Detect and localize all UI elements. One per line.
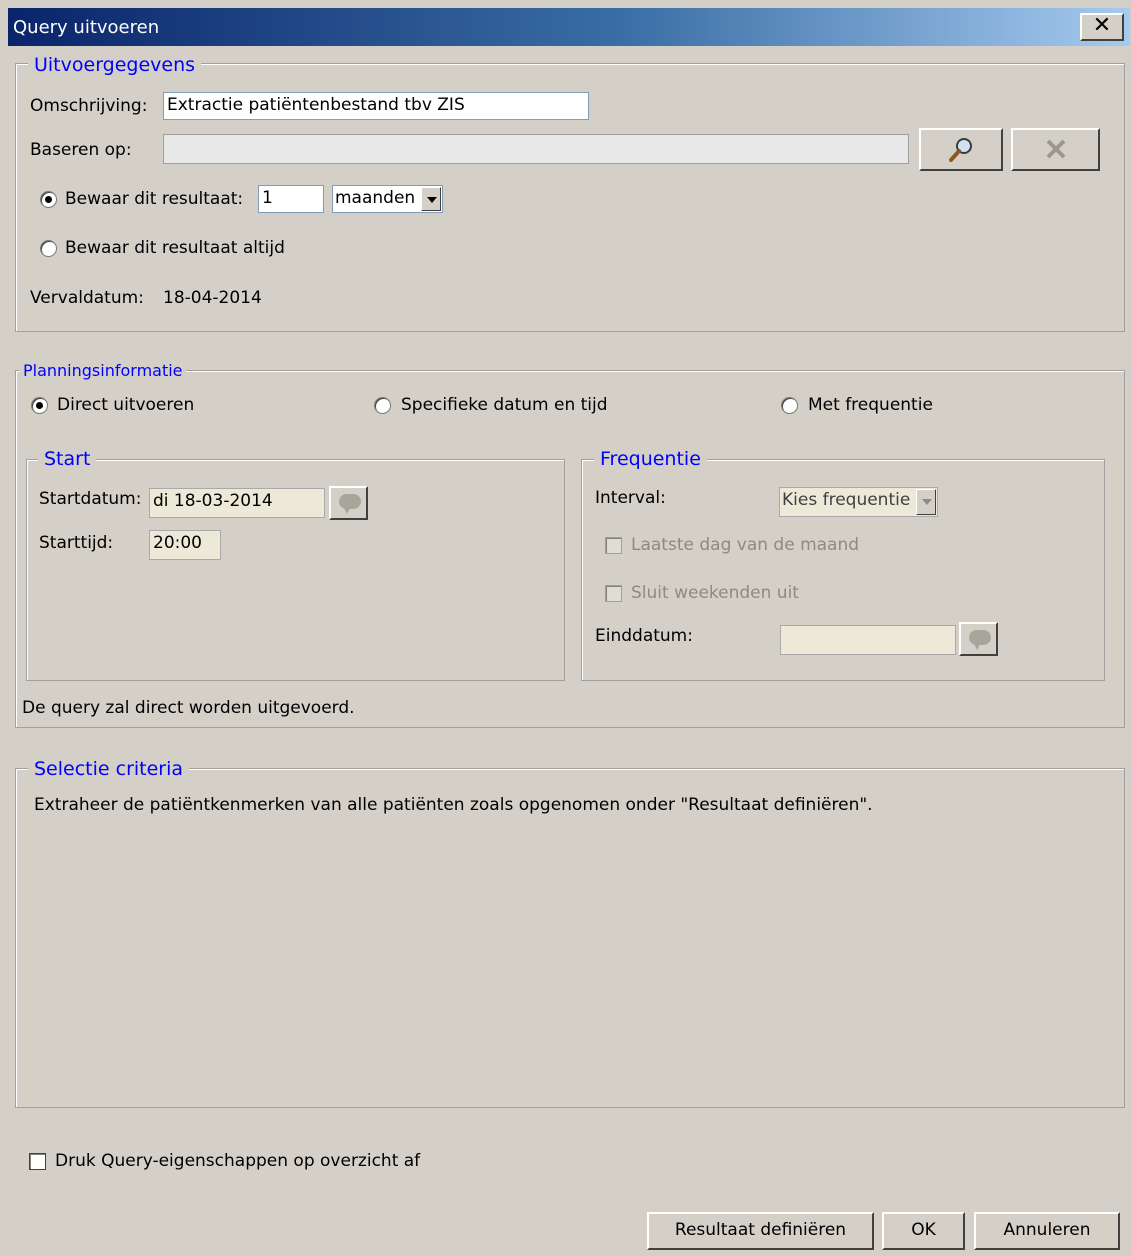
annuleren-button[interactable]: Annuleren	[974, 1212, 1120, 1250]
sluit-weekenden-label: Sluit weekenden uit	[631, 583, 799, 603]
interval-select: Kies frequentie	[779, 487, 938, 517]
baseren-input	[163, 134, 909, 164]
omschrijving-label: Omschrijving:	[30, 96, 148, 116]
frequentie-legend: Frequentie	[594, 448, 707, 470]
title-bar: Query uitvoeren ✕	[8, 8, 1130, 46]
selectie-text: Extraheer de patiëntkenmerken van alle p…	[34, 795, 873, 815]
interval-label: Interval:	[595, 488, 666, 508]
speech-bubble-icon	[969, 630, 991, 650]
direct-radio[interactable]	[31, 397, 48, 414]
clear-x-icon	[1046, 139, 1065, 159]
bewaar-value-input[interactable]: 1	[258, 185, 324, 213]
startdatum-input: di 18-03-2014	[149, 488, 325, 518]
startdatum-label: Startdatum:	[39, 489, 142, 509]
wis-button[interactable]	[1011, 128, 1100, 171]
starttijd-label: Starttijd:	[39, 533, 114, 553]
chevron-down-icon[interactable]	[421, 187, 441, 211]
startdatum-calendar-button	[329, 486, 368, 520]
zoek-button[interactable]	[919, 128, 1003, 171]
bewaar-altijd-label: Bewaar dit resultaat altijd	[65, 238, 285, 258]
ok-button[interactable]: OK	[882, 1212, 965, 1250]
selectie-group	[15, 768, 1125, 1108]
druk-label: Druk Query-eigenschappen op overzicht af	[55, 1151, 421, 1171]
uitvoergegevens-legend: Uitvoergegevens	[28, 54, 202, 76]
druk-checkbox[interactable]	[29, 1153, 46, 1170]
laatste-dag-label: Laatste dag van de maand	[631, 535, 860, 555]
direct-label: Direct uitvoeren	[57, 395, 195, 415]
planning-legend: Planningsinformatie	[20, 361, 186, 380]
resultaat-definieren-button[interactable]: Resultaat definiëren	[647, 1212, 874, 1250]
baseren-label: Baseren op:	[30, 140, 132, 160]
speech-bubble-icon	[339, 494, 361, 514]
bewaar-unit-value: maanden	[335, 188, 416, 208]
specifiek-label: Specifieke datum en tijd	[401, 395, 608, 415]
laatste-dag-checkbox	[605, 537, 622, 554]
starttijd-input: 20:00	[149, 530, 221, 560]
selectie-legend: Selectie criteria	[28, 758, 190, 780]
chevron-down-icon	[916, 489, 936, 515]
specifiek-radio[interactable]	[374, 397, 391, 414]
close-button[interactable]: ✕	[1080, 13, 1124, 41]
planning-status-text: De query zal direct worden uitgevoerd.	[22, 698, 355, 718]
interval-value: Kies frequentie	[782, 490, 911, 510]
vervaldatum-value: 18-04-2014	[163, 288, 262, 308]
start-legend: Start	[38, 448, 97, 470]
omschrijving-input[interactable]: Extractie patiëntenbestand tbv ZIS	[163, 92, 589, 120]
einddatum-input	[780, 625, 956, 655]
sluit-weekenden-checkbox	[605, 585, 622, 602]
vervaldatum-label: Vervaldatum:	[30, 288, 144, 308]
frequentie-radio[interactable]	[781, 397, 798, 414]
window-title: Query uitvoeren	[13, 17, 160, 38]
frequentie-label: Met frequentie	[808, 395, 933, 415]
search-icon	[949, 138, 972, 162]
einddatum-label: Einddatum:	[595, 626, 693, 646]
einddatum-calendar-button	[959, 622, 998, 656]
close-icon: ✕	[1092, 13, 1112, 38]
bewaar-radio[interactable]	[40, 191, 57, 208]
bewaar-altijd-radio[interactable]	[40, 240, 57, 257]
bewaar-unit-select[interactable]: maanden	[332, 185, 443, 213]
bewaar-label: Bewaar dit resultaat:	[65, 189, 244, 209]
